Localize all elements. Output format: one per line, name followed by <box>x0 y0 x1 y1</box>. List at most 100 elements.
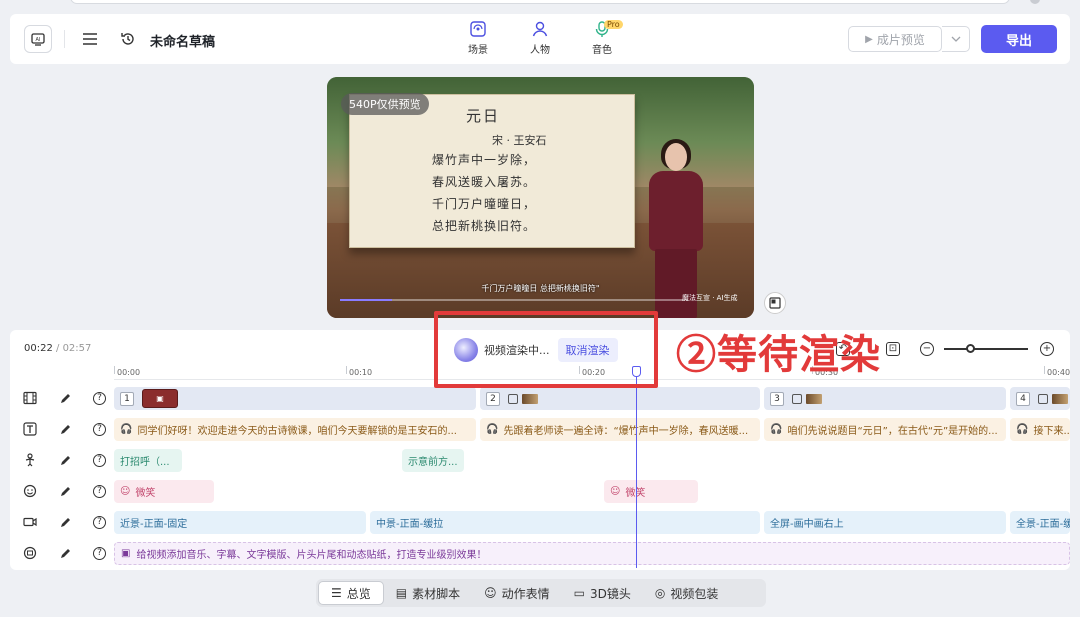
script-clip[interactable]: 🎧 先跟着老师读一遍全诗：“爆竹声中一岁除，春风送暖... <box>480 418 760 441</box>
person-icon <box>532 21 548 37</box>
help-icon[interactable]: ? <box>93 515 106 529</box>
zoom-slider-track[interactable] <box>944 348 1028 350</box>
ai-home-button[interactable]: AI <box>24 25 52 53</box>
help-icon[interactable]: ? <box>93 484 106 498</box>
smile-icon <box>22 483 38 499</box>
row-tools: ? <box>22 451 106 469</box>
draft-title[interactable]: 未命名草稿 <box>150 31 215 50</box>
script-clip[interactable]: 🎧 咱们先说说题目“元日”，在古代“元”是开始的... <box>764 418 1006 441</box>
svg-text:AI: AI <box>36 37 41 43</box>
edit-pencil-icon[interactable] <box>58 514 74 530</box>
edit-pencil-icon[interactable] <box>58 483 74 499</box>
script-clip[interactable]: 🎧 接下来... <box>1010 418 1070 441</box>
headphone-icon: 🎧 <box>120 424 133 435</box>
scene-icon <box>470 21 486 37</box>
edit-pencil-icon[interactable] <box>58 421 74 437</box>
zoom-slider-knob[interactable] <box>966 344 975 353</box>
fit-icon[interactable]: ⊡ <box>886 342 900 356</box>
preview-dropdown-button[interactable] <box>942 26 970 52</box>
text-icon <box>22 421 38 437</box>
video-progress-fill <box>340 299 392 301</box>
image-icon <box>1038 393 1048 404</box>
headphone-icon: 🎧 <box>486 424 499 435</box>
zoom-out-icon[interactable]: − <box>920 342 934 356</box>
tab-voice[interactable]: Pro 音色 <box>582 20 623 60</box>
row-tools: ? <box>22 513 106 531</box>
video-pack-icon: ▣ <box>121 548 131 559</box>
camera-clip[interactable]: 全屏-画中画右上 <box>764 511 1006 534</box>
final-preview-button[interactable]: ▶ 成片预览 <box>848 26 942 52</box>
scene-clip[interactable]: 1 ▣ <box>114 387 476 410</box>
poem-board: 元日 宋 · 王安石 爆竹声中一岁除， 春风送暖入屠苏。 千门万户曈曈日， 总把… <box>349 94 635 248</box>
packaging-hint[interactable]: ▣ 给视频添加音乐、字幕、文字模版、片头片尾和动态贴纸，打造专业级别效果！ <box>114 542 1070 565</box>
help-icon[interactable]: ? <box>93 453 106 467</box>
zoom-in-icon[interactable]: + <box>1040 342 1054 356</box>
edit-pencil-icon[interactable] <box>58 390 74 406</box>
history-icon <box>121 33 134 45</box>
play-icon: ▶ <box>865 33 873 45</box>
pro-badge: Pro <box>604 20 623 29</box>
gesture-clip[interactable]: 打招呼（... <box>114 449 182 472</box>
tab-scene[interactable]: 场景 <box>458 20 498 60</box>
row-tools: ? <box>22 389 106 407</box>
export-button[interactable]: 导出 <box>981 25 1057 53</box>
history-button[interactable] <box>116 27 140 51</box>
scene-thumbnail: ▣ <box>142 389 178 408</box>
camera-clip[interactable]: 中景-正面-缓拉 <box>370 511 760 534</box>
scene-clip[interactable]: 4 <box>1010 387 1070 410</box>
fullscreen-icon <box>769 297 781 309</box>
gesture-clip[interactable]: 示意前方... <box>402 449 464 472</box>
camera-clip[interactable]: 全景-正面-缓... <box>1010 511 1070 534</box>
headphone-icon: 🎧 <box>1016 424 1029 435</box>
tab-3d-camera[interactable]: ▭ 3D镜头 <box>562 581 643 605</box>
track-expression: ? ☺微笑 ☺微笑 <box>10 476 1070 507</box>
track-gesture: ? 打招呼（... 示意前方... <box>10 445 1070 476</box>
image-icon <box>508 393 518 404</box>
packaging-hint-text: 给视频添加音乐、字幕、文字模版、片头片尾和动态贴纸，打造专业级别效果！ <box>136 550 487 561</box>
final-preview-label: 成片预览 <box>876 32 925 47</box>
script-text: 先跟着老师读一遍全诗：“爆竹声中一岁除，春风送暖... <box>503 426 749 437</box>
help-icon[interactable]: ? <box>93 546 106 560</box>
smile-icon: ☺ <box>120 486 131 497</box>
help-icon[interactable]: ? <box>93 391 106 405</box>
script-text: 接下来... <box>1033 426 1070 437</box>
tab-overview[interactable]: ☰ 总览 <box>318 581 384 605</box>
camera-icon <box>22 514 38 530</box>
top-toolbar: AI 未命名草稿 场景 人物 Pro 音色 ▶ 成片预览 导出 <box>10 14 1070 64</box>
camera-clip[interactable]: 近景-正面-固定 <box>114 511 366 534</box>
menu-button[interactable] <box>78 27 102 51</box>
tab-video-packaging[interactable]: ◎ 视频包装 <box>643 581 731 605</box>
image-icon <box>792 393 802 404</box>
scene-clip[interactable]: 2 <box>480 387 760 410</box>
tab-person[interactable]: 人物 <box>520 20 560 60</box>
poem-line: 总把新桃换旧符。 <box>432 219 537 233</box>
chevron-down-icon <box>951 36 960 42</box>
scene-thumbnail <box>522 393 538 404</box>
script-clip[interactable]: 🎧 同学们好呀！欢迎走进今天的古诗微课，咱们今天要解锁的是王安石的... <box>114 418 476 441</box>
expression-clip[interactable]: ☺微笑 <box>114 480 214 503</box>
scene-number: 4 <box>1016 391 1030 406</box>
tab-3d-camera-label: 3D镜头 <box>590 586 631 601</box>
tab-voice-label: 音色 <box>592 45 612 56</box>
tab-material-script[interactable]: ▤ 素材脚本 <box>384 581 472 605</box>
edit-pencil-icon[interactable] <box>58 452 74 468</box>
track-script: ? 🎧 同学们好呀！欢迎走进今天的古诗微课，咱们今天要解锁的是王安石的... 🎧 先… <box>10 414 1070 445</box>
tab-material-script-label: 素材脚本 <box>412 586 461 601</box>
video-preview[interactable]: 元日 宋 · 王安石 爆竹声中一岁除， 春风送暖入屠苏。 千门万户曈曈日， 总把… <box>327 77 754 318</box>
scene-clip[interactable]: 3 <box>764 387 1006 410</box>
film-icon <box>22 390 38 406</box>
bottom-tab-bar: ☰ 总览 ▤ 素材脚本 ☺ 动作表情 ▭ 3D镜头 ◎ 视频包装 <box>316 579 766 607</box>
tab-motion-expression-label: 动作表情 <box>501 586 550 601</box>
playhead-line[interactable] <box>636 368 637 568</box>
poem-line: 春风送暖入屠苏。 <box>432 175 537 189</box>
fullscreen-button[interactable] <box>764 292 786 314</box>
video-progress-bar[interactable] <box>340 299 685 301</box>
total-time: 02:57 <box>62 343 92 354</box>
help-icon[interactable]: ? <box>93 422 106 436</box>
top-search-bar <box>70 0 1010 4</box>
expression-clip[interactable]: ☺微笑 <box>604 480 698 503</box>
edit-pencil-icon[interactable] <box>58 545 74 561</box>
tab-motion-expression[interactable]: ☺ 动作表情 <box>472 581 562 605</box>
row-tools: ? <box>22 420 106 438</box>
tab-person-label: 人物 <box>530 45 550 56</box>
